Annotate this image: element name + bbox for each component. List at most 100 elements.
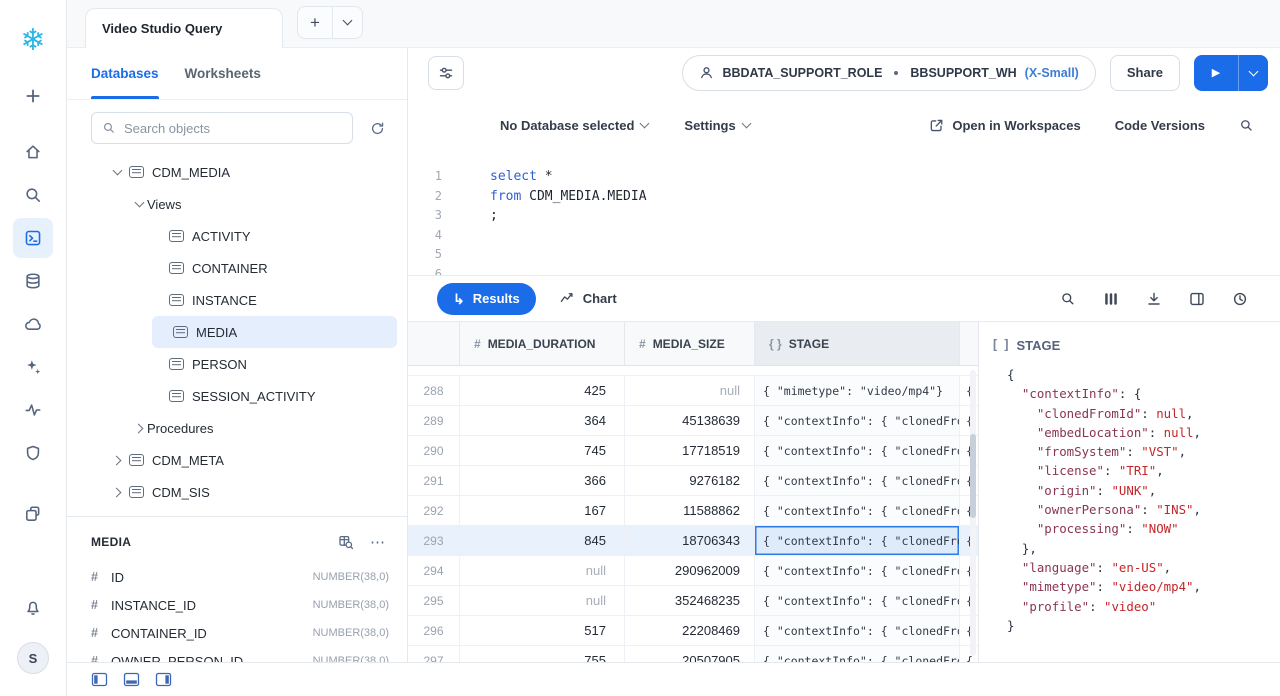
rail-data-button[interactable] bbox=[13, 261, 53, 301]
stage-cell[interactable]: { "mimetype": "video/mp4"} bbox=[755, 376, 960, 405]
database-selector[interactable]: No Database selected bbox=[500, 118, 648, 133]
tree-chevron-icon[interactable] bbox=[153, 324, 169, 340]
media-size-cell[interactable]: null bbox=[625, 376, 755, 405]
settings-selector[interactable]: Settings bbox=[684, 118, 749, 133]
tree-chevron-icon[interactable] bbox=[131, 196, 147, 212]
media-duration-cell[interactable]: 167 bbox=[460, 496, 625, 525]
query-history-button[interactable] bbox=[1230, 289, 1250, 309]
rail-home-button[interactable] bbox=[13, 132, 53, 172]
share-button[interactable]: Share bbox=[1110, 55, 1180, 91]
stage-cell[interactable]: { "contextInfo": { "clonedFro bbox=[755, 496, 960, 525]
tree-chevron-icon[interactable] bbox=[149, 356, 165, 372]
media-duration-cell[interactable]: 366 bbox=[460, 466, 625, 495]
table-row[interactable]: 294 null 290962009 { "contextInfo": { "c… bbox=[408, 556, 978, 586]
media-size-cell[interactable]: 352468235 bbox=[625, 586, 755, 615]
open-in-workspaces-link[interactable]: Open in Workspaces bbox=[929, 118, 1080, 133]
chart-tab[interactable]: Chart bbox=[560, 291, 617, 306]
rail-compute-button[interactable] bbox=[13, 304, 53, 344]
tree-chevron-icon[interactable] bbox=[149, 260, 165, 276]
toggle-bottom-panel-button[interactable] bbox=[122, 671, 140, 689]
table-row[interactable]: 296 517 22208469 { "contextInfo": { "clo… bbox=[408, 616, 978, 646]
stage-cell[interactable]: { "contextInfo": { "clonedFro bbox=[755, 436, 960, 465]
row-number-cell[interactable]: 296 bbox=[408, 616, 460, 645]
tree-chevron-icon[interactable] bbox=[131, 420, 147, 436]
more-options-button[interactable]: ⋯ bbox=[367, 531, 389, 553]
stage-cell[interactable]: { "contextInfo": { "clonedFro bbox=[755, 556, 960, 585]
rail-activity-button[interactable] bbox=[13, 390, 53, 430]
editor-line[interactable]: 5 bbox=[408, 245, 1280, 265]
column-row[interactable]: # CONTAINER_ID NUMBER(38,0) bbox=[91, 619, 389, 647]
tree-chevron-icon[interactable] bbox=[149, 388, 165, 404]
table-scrollbar[interactable] bbox=[970, 370, 976, 656]
tree-item[interactable]: Views bbox=[77, 188, 397, 220]
tree-item[interactable]: Procedures bbox=[77, 412, 397, 444]
download-button[interactable] bbox=[1144, 289, 1164, 309]
tab-worksheets[interactable]: Worksheets bbox=[185, 48, 261, 99]
run-button[interactable]: ▶ bbox=[1194, 55, 1238, 91]
media-duration-cell[interactable]: 745 bbox=[460, 436, 625, 465]
table-row[interactable]: 295 null 352468235 { "contextInfo": { "c… bbox=[408, 586, 978, 616]
media-size-cell[interactable]: 290962009 bbox=[625, 556, 755, 585]
scrollbar-thumb[interactable] bbox=[970, 434, 976, 518]
row-number-cell[interactable]: 292 bbox=[408, 496, 460, 525]
results-search-button[interactable] bbox=[1058, 289, 1078, 309]
row-number-cell[interactable]: 297 bbox=[408, 646, 460, 662]
row-number-cell[interactable]: 290 bbox=[408, 436, 460, 465]
row-number-header[interactable] bbox=[408, 322, 460, 365]
media-size-cell[interactable]: 11588862 bbox=[625, 496, 755, 525]
row-number-cell[interactable]: 295 bbox=[408, 586, 460, 615]
table-row[interactable]: 293 845 18706343 { "contextInfo": { "clo… bbox=[408, 526, 978, 556]
tree-item[interactable]: CDM_SIS bbox=[77, 476, 397, 508]
row-number-cell[interactable]: 289 bbox=[408, 406, 460, 435]
editor-search-button[interactable] bbox=[1239, 118, 1254, 133]
table-row[interactable]: 292 167 11588862 { "contextInfo": { "clo… bbox=[408, 496, 978, 526]
media-duration-cell[interactable]: null bbox=[460, 556, 625, 585]
user-avatar[interactable]: S bbox=[17, 642, 49, 674]
preview-data-button[interactable] bbox=[335, 531, 357, 553]
run-options-button[interactable] bbox=[1238, 55, 1268, 91]
media-duration-cell[interactable]: null bbox=[460, 586, 625, 615]
media-duration-cell[interactable]: 425 bbox=[460, 376, 625, 405]
tree-item[interactable]: CDM_META bbox=[77, 444, 397, 476]
media-duration-cell[interactable]: 755 bbox=[460, 646, 625, 662]
tree-item[interactable]: ACTIVITY bbox=[77, 220, 397, 252]
results-tab[interactable]: ↳ Results bbox=[437, 283, 536, 315]
refresh-button[interactable] bbox=[363, 114, 391, 142]
tree-chevron-icon[interactable] bbox=[149, 292, 165, 308]
tree-item[interactable]: CONTAINER bbox=[77, 252, 397, 284]
table-row[interactable]: 291 366 9276182 { "contextInfo": { "clon… bbox=[408, 466, 978, 496]
stage-cell[interactable]: { "contextInfo": { "clonedFro bbox=[755, 466, 960, 495]
create-new-button[interactable] bbox=[13, 76, 53, 116]
row-number-cell[interactable]: 294 bbox=[408, 556, 460, 585]
rail-governance-button[interactable] bbox=[13, 433, 53, 473]
column-header-media-size[interactable]: # MEDIA_SIZE bbox=[625, 322, 755, 365]
toggle-left-panel-button[interactable] bbox=[90, 671, 108, 689]
editor-line[interactable]: 3; bbox=[408, 206, 1280, 226]
tree-item[interactable]: CDM_MEDIA bbox=[77, 156, 397, 188]
media-size-cell[interactable]: 17718519 bbox=[625, 436, 755, 465]
media-size-cell[interactable]: 9276182 bbox=[625, 466, 755, 495]
rail-ai-button[interactable] bbox=[13, 347, 53, 387]
column-header-stage[interactable]: { } STAGE bbox=[755, 322, 960, 365]
media-duration-cell[interactable]: 364 bbox=[460, 406, 625, 435]
column-header-media-duration[interactable]: # MEDIA_DURATION bbox=[460, 322, 625, 365]
stage-cell[interactable]: { "contextInfo": { "clonedFro bbox=[755, 586, 960, 615]
tree-item[interactable]: MEDIA bbox=[152, 316, 397, 348]
table-row[interactable]: 288 425 null { "mimetype": "video/mp4"} … bbox=[408, 376, 978, 406]
table-row[interactable]: 290 745 17718519 { "contextInfo": { "clo… bbox=[408, 436, 978, 466]
rail-search-button[interactable] bbox=[13, 175, 53, 215]
tab-list-button[interactable] bbox=[332, 6, 362, 39]
media-size-cell[interactable]: 18706343 bbox=[625, 526, 755, 555]
new-tab-button[interactable]: + bbox=[298, 6, 332, 39]
column-row[interactable]: # INSTANCE_ID NUMBER(38,0) bbox=[91, 591, 389, 619]
editor-line[interactable]: 6 bbox=[408, 265, 1280, 276]
table-row[interactable]: 289 364 45138639 { "contextInfo": { "clo… bbox=[408, 406, 978, 436]
column-row[interactable]: # OWNER_PERSON_ID NUMBER(38,0) bbox=[91, 647, 389, 662]
media-size-cell[interactable]: 45138639 bbox=[625, 406, 755, 435]
editor-line[interactable]: 1select * bbox=[408, 167, 1280, 187]
tree-item[interactable]: SESSION_ACTIVITY bbox=[77, 380, 397, 412]
search-input[interactable] bbox=[124, 121, 342, 136]
tree-chevron-icon[interactable] bbox=[109, 164, 125, 180]
tab-databases[interactable]: Databases bbox=[91, 48, 159, 99]
table-row[interactable]: 297 755 20507905 { "contextInfo": { "clo… bbox=[408, 646, 978, 662]
